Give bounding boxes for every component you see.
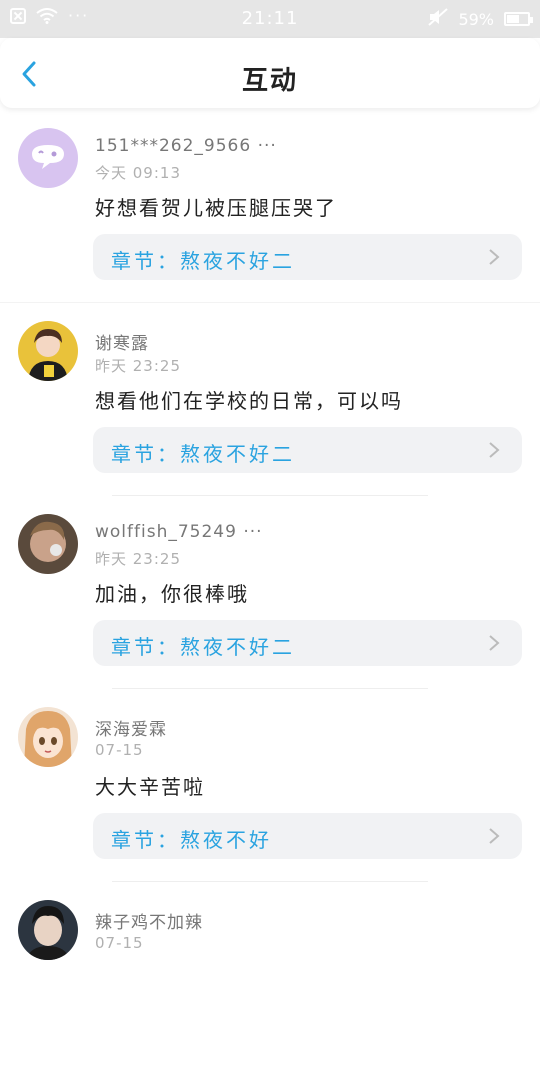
comment-time: 07-15 — [95, 741, 144, 759]
user-photo-avatar[interactable] — [18, 900, 78, 960]
divider — [112, 495, 428, 496]
chapter-label: 章节：熬夜不好 — [111, 828, 272, 852]
comment-content: 好想看贺儿被压腿压哭了 — [95, 196, 337, 220]
chapter-link[interactable]: 章节：熬夜不好二 — [93, 427, 522, 473]
comment-time: 今天 09:13 — [95, 164, 181, 182]
battery-icon — [504, 12, 533, 26]
mute-icon — [428, 8, 449, 30]
list-item: 谢寒露 昨天 23:25 想看他们在学校的日常，可以吗 章节：熬夜不好二 — [0, 305, 540, 498]
list-item: 深海爱霖 07-15 大大辛苦啦 章节：熬夜不好 — [0, 691, 540, 884]
comment-time: 昨天 23:25 — [95, 357, 181, 375]
chevron-right-icon — [489, 635, 500, 651]
chapter-link[interactable]: 章节：熬夜不好二 — [93, 620, 522, 666]
comment-content: 加油，你很棒哦 — [95, 582, 249, 606]
divider — [112, 881, 428, 882]
user-photo-avatar[interactable] — [18, 321, 78, 381]
comment-time: 07-15 — [95, 934, 144, 952]
chevron-right-icon — [489, 249, 500, 265]
anime-avatar[interactable] — [18, 707, 78, 767]
chevron-right-icon — [489, 442, 500, 458]
comment-content: 想看他们在学校的日常，可以吗 — [95, 389, 403, 413]
battery-percent: 59% — [458, 9, 494, 29]
user-photo-avatar[interactable] — [18, 514, 78, 574]
header: 互动 — [0, 38, 540, 108]
list-item: wolffish_75249 ··· 昨天 23:25 加油，你很棒哦 章节：熬… — [0, 498, 540, 691]
chapter-label: 章节：熬夜不好二 — [111, 635, 295, 659]
comment-username[interactable]: wolffish_75249 ··· — [95, 522, 263, 542]
divider — [112, 688, 428, 689]
chapter-label: 章节：熬夜不好二 — [111, 249, 295, 273]
chapter-label: 章节：熬夜不好二 — [111, 442, 295, 466]
list-item: 151***262_9566 ··· 今天 09:13 好想看贺儿被压腿压哭了 … — [0, 112, 540, 305]
default-avatar-icon[interactable] — [18, 128, 78, 188]
comment-username[interactable]: 151***262_9566 ··· — [95, 136, 277, 156]
comment-content: 大大辛苦啦 — [95, 775, 205, 799]
page-title: 互动 — [241, 66, 298, 96]
comment-username[interactable]: 深海爱霖 — [95, 715, 167, 740]
status-bar-right: 59% — [428, 8, 533, 30]
list-item: 辣子鸡不加辣 07-15 — [0, 884, 540, 1077]
comment-username[interactable]: 谢寒露 — [95, 329, 149, 354]
chevron-right-icon — [489, 828, 500, 844]
chapter-link[interactable]: 章节：熬夜不好 — [93, 813, 522, 859]
status-bar: ··· 21:11 59% — [0, 0, 540, 38]
divider — [0, 302, 540, 303]
chapter-link[interactable]: 章节：熬夜不好二 — [93, 234, 522, 280]
comment-time: 昨天 23:25 — [95, 550, 181, 568]
comment-username[interactable]: 辣子鸡不加辣 — [95, 908, 203, 933]
comment-list: 151***262_9566 ··· 今天 09:13 好想看贺儿被压腿压哭了 … — [0, 112, 540, 1077]
